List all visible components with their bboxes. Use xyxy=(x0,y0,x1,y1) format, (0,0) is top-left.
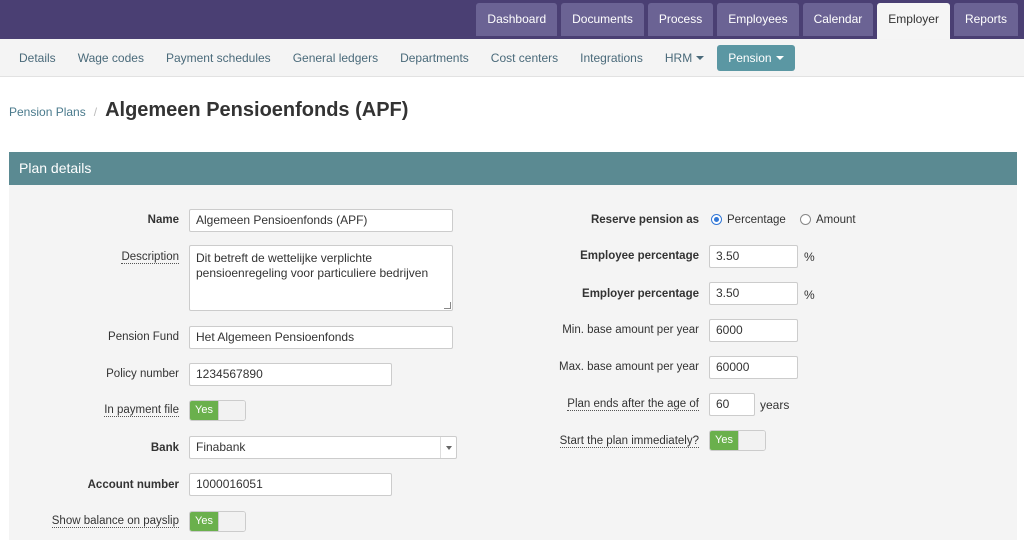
subnav-details[interactable]: Details xyxy=(8,51,67,65)
chevron-down-icon xyxy=(440,437,456,458)
breadcrumb: Pension Plans / Algemeen Pensioenfonds (… xyxy=(9,99,408,122)
employer-percentage-input[interactable]: 3.50 xyxy=(709,282,798,305)
pension-fund-input[interactable]: Het Algemeen Pensioenfonds xyxy=(189,326,453,349)
show-balance-label: Show balance on payslip xyxy=(51,515,179,528)
bank-select[interactable]: Finabank xyxy=(189,436,457,459)
caret-down-icon xyxy=(775,56,784,61)
percent-unit: % xyxy=(804,288,815,302)
show-balance-toggle[interactable]: Yes xyxy=(189,511,246,532)
max-base-label: Max. base amount per year xyxy=(559,361,699,373)
bank-selected-value: Finabank xyxy=(196,440,246,454)
subnav-wage-codes[interactable]: Wage codes xyxy=(67,51,155,65)
account-number-input[interactable]: 1000016051 xyxy=(189,473,392,496)
name-label: Name xyxy=(147,214,179,226)
page-title: Algemeen Pensioenfonds (APF) xyxy=(105,99,409,121)
tab-employees[interactable]: Employees xyxy=(717,3,799,36)
caret-down-icon xyxy=(696,56,705,61)
breadcrumb-separator: / xyxy=(93,105,98,119)
subnav-departments[interactable]: Departments xyxy=(389,51,480,65)
plan-ends-label: Plan ends after the age of xyxy=(567,398,699,411)
toggle-knob xyxy=(738,431,765,450)
radio-percentage[interactable] xyxy=(711,214,722,225)
percent-unit: % xyxy=(804,250,815,264)
toggle-yes-label: Yes xyxy=(190,401,218,420)
subnav-pension-label: Pension xyxy=(728,50,772,65)
bank-label: Bank xyxy=(150,442,179,454)
tab-reports[interactable]: Reports xyxy=(953,3,1018,36)
max-base-input[interactable]: 60000 xyxy=(709,356,798,379)
description-textarea[interactable] xyxy=(189,245,453,311)
resize-handle-icon[interactable] xyxy=(444,302,451,309)
tab-dashboard[interactable]: Dashboard xyxy=(476,3,558,36)
radio-amount-label: Amount xyxy=(816,214,856,226)
subnav-cost-centers[interactable]: Cost centers xyxy=(480,51,569,65)
years-unit: years xyxy=(760,398,790,412)
in-payment-file-toggle[interactable]: Yes xyxy=(189,400,246,421)
main-nav: Dashboard Documents Process Employees Ca… xyxy=(476,3,1018,39)
tab-calendar[interactable]: Calendar xyxy=(802,3,874,36)
pension-fund-label: Pension Fund xyxy=(108,331,179,343)
name-input[interactable]: Algemeen Pensioenfonds (APF) xyxy=(189,209,453,232)
min-base-label: Min. base amount per year xyxy=(562,324,699,336)
description-label: Description xyxy=(121,251,179,264)
employee-percentage-input[interactable]: 3.50 xyxy=(709,245,798,268)
employer-percentage-label: Employer percentage xyxy=(582,288,699,300)
min-base-input[interactable]: 6000 xyxy=(709,319,798,342)
start-immediately-toggle[interactable]: Yes xyxy=(709,430,766,451)
sub-nav: Details Wage codes Payment schedules Gen… xyxy=(0,39,1024,77)
in-payment-file-label: In payment file xyxy=(104,404,179,417)
radio-amount[interactable] xyxy=(800,214,811,225)
subnav-integrations[interactable]: Integrations xyxy=(569,51,654,65)
toggle-yes-label: Yes xyxy=(710,431,738,450)
tab-employer[interactable]: Employer xyxy=(877,3,950,39)
panel-title: Plan details xyxy=(19,160,92,176)
subnav-general-ledgers[interactable]: General ledgers xyxy=(282,51,389,65)
policy-number-input[interactable]: 1234567890 xyxy=(189,363,392,386)
subnav-payment-schedules[interactable]: Payment schedules xyxy=(155,51,282,65)
tab-process[interactable]: Process xyxy=(647,3,714,36)
toggle-yes-label: Yes xyxy=(190,512,218,531)
policy-number-label: Policy number xyxy=(106,368,179,380)
account-number-label: Account number xyxy=(87,479,179,491)
subnav-hrm-dropdown[interactable]: HRM xyxy=(654,51,715,65)
reserve-pension-label: Reserve pension as xyxy=(590,214,699,226)
start-immediately-label: Start the plan immediately? xyxy=(559,435,699,448)
toggle-knob xyxy=(218,512,245,531)
toggle-knob xyxy=(218,401,245,420)
breadcrumb-pension-plans-link[interactable]: Pension Plans xyxy=(9,105,86,119)
subnav-hrm-label: HRM xyxy=(664,50,693,65)
employee-percentage-label: Employee percentage xyxy=(580,250,699,262)
subnav-pension-dropdown[interactable]: Pension xyxy=(717,44,795,71)
top-navbar: Dashboard Documents Process Employees Ca… xyxy=(0,0,1024,39)
tab-documents[interactable]: Documents xyxy=(561,3,644,36)
panel-header: Plan details xyxy=(9,152,1017,185)
radio-percentage-label: Percentage xyxy=(727,214,786,226)
plan-ends-input[interactable]: 60 xyxy=(709,393,755,416)
